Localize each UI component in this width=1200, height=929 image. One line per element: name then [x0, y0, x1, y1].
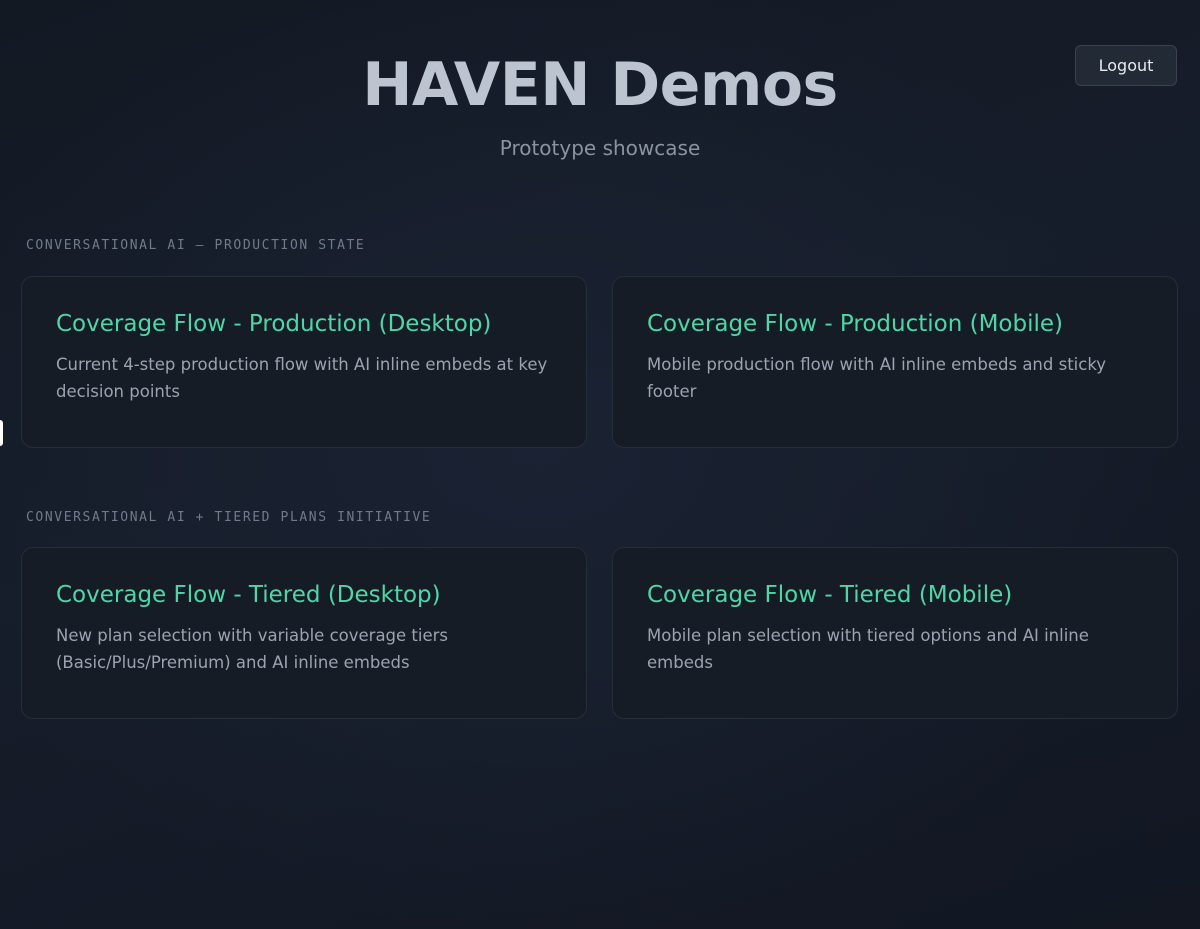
page-subtitle: Prototype showcase — [499, 136, 701, 160]
section-label-production: CONVERSATIONAL AI — PRODUCTION STATE — [26, 238, 366, 253]
card-description: New plan selection with variable coverag… — [56, 626, 449, 672]
section-label-tiered: CONVERSATIONAL AI + TIERED PLANS INITIAT… — [26, 510, 432, 525]
demo-card-production-mobile[interactable]: Coverage Flow - Production (Mobile) Mobi… — [612, 276, 1178, 448]
card-description: Current 4-step production flow with AI i… — [56, 355, 548, 401]
card-title: Coverage Flow - Tiered (Desktop) — [56, 582, 441, 608]
card-title: Coverage Flow - Production (Mobile) — [647, 311, 1063, 337]
demo-card-tiered-desktop[interactable]: Coverage Flow - Tiered (Desktop) New pla… — [21, 547, 587, 719]
demo-card-tiered-mobile[interactable]: Coverage Flow - Tiered (Mobile) Mobile p… — [612, 547, 1178, 719]
card-title: Coverage Flow - Tiered (Mobile) — [647, 582, 1013, 608]
card-title: Coverage Flow - Production (Desktop) — [56, 311, 492, 337]
logout-button[interactable]: Logout — [1075, 45, 1177, 86]
card-description: Mobile production flow with AI inline em… — [647, 355, 1107, 401]
edge-indicator — [0, 420, 3, 446]
page-title: HAVEN Demos — [362, 50, 838, 120]
card-description: Mobile plan selection with tiered option… — [647, 626, 1089, 672]
demo-card-production-desktop[interactable]: Coverage Flow - Production (Desktop) Cur… — [21, 276, 587, 448]
